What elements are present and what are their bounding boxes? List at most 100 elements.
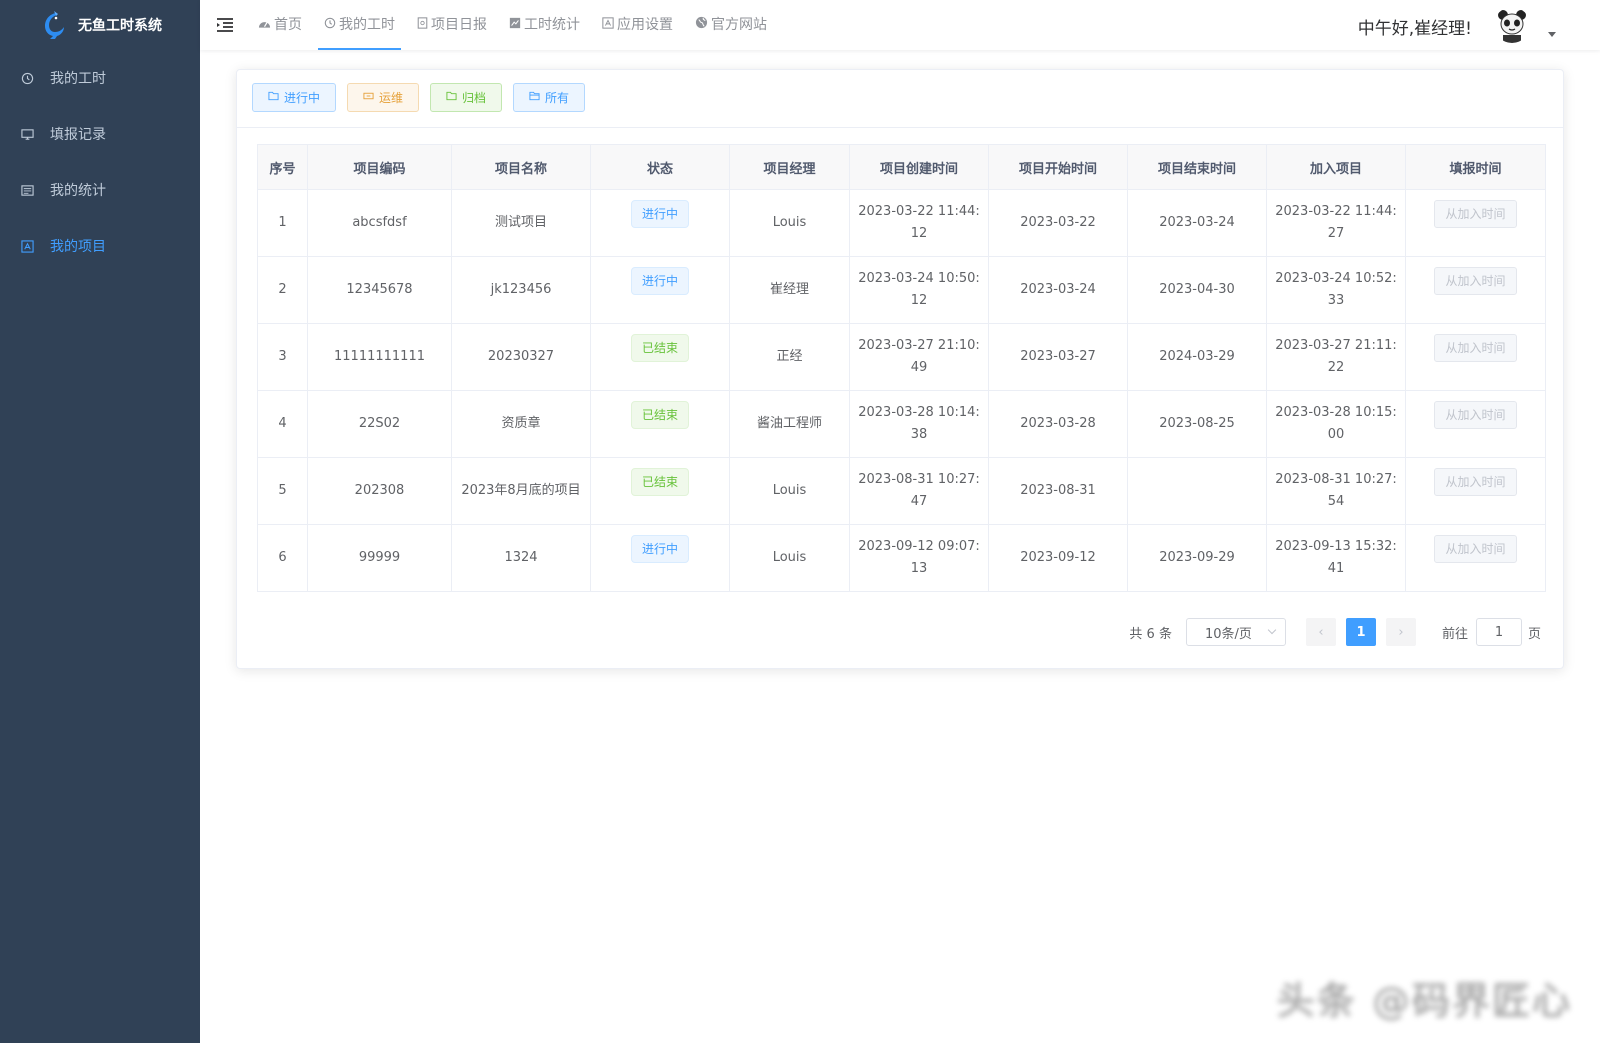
cell-manager: Louis xyxy=(729,524,850,592)
clock-icon xyxy=(20,71,34,85)
sidebar-item-records[interactable]: 填报记录 xyxy=(0,106,200,162)
created-date: 2023-08-31 10:27: xyxy=(858,472,980,487)
sidebar-item-my-hours[interactable]: 我的工时 xyxy=(0,50,200,106)
tab-daily-report[interactable]: 项目日报 xyxy=(411,0,493,50)
goto-suffix: 页 xyxy=(1527,626,1541,642)
joined-date: 2023-03-24 10:52: xyxy=(1275,271,1397,286)
page-number-current[interactable]: 1 xyxy=(1345,618,1376,646)
column-header: 项目名称 xyxy=(451,144,591,190)
cell-code: 202308 xyxy=(307,457,452,525)
cell-joined: 2023-03-22 11:44: 27 xyxy=(1266,189,1406,257)
joined-seconds: 33 xyxy=(1327,293,1345,308)
tab-official-site[interactable]: 官方网站 xyxy=(689,0,773,50)
column-header: 加入项目 xyxy=(1266,144,1406,190)
cell-code: 22S02 xyxy=(307,390,452,458)
cell-code: 12345678 xyxy=(307,256,452,324)
from-join-time-button[interactable]: 从加入时间 xyxy=(1434,468,1517,496)
status-badge: 已结束 xyxy=(630,468,689,496)
table-row: 3 11111111111 20230327 已结束 正经 2023-03-27… xyxy=(257,323,1546,391)
page-size-select[interactable]: 10条/页 xyxy=(1185,618,1286,646)
cell-joined: 2023-03-28 10:15: 00 xyxy=(1266,390,1406,458)
joined-seconds: 27 xyxy=(1327,226,1345,241)
goto-page-input[interactable] xyxy=(1475,618,1522,646)
cell-start: 2023-03-24 xyxy=(988,256,1128,324)
filter-label: 运维 xyxy=(379,91,404,105)
total-count: 共 6 条 xyxy=(1129,626,1172,642)
table-row: 2 12345678 jk123456 进行中 崔经理 2023-03-24 1… xyxy=(257,256,1546,324)
sidebar-item-label: 填报记录 xyxy=(50,127,106,143)
cell-joined: 2023-08-31 10:27: 54 xyxy=(1266,457,1406,525)
globe-icon xyxy=(695,16,708,32)
cell-end xyxy=(1127,457,1267,525)
clock-icon xyxy=(324,17,336,32)
cell-status: 已结束 xyxy=(590,390,730,458)
cell-joined: 2023-03-24 10:52: 33 xyxy=(1266,256,1406,324)
top-header: 首页 我的工时 项目日报 工时统计 应用设置 官方网站 中午好,崔经理! xyxy=(200,0,1600,50)
cell-no: 1 xyxy=(257,189,308,257)
folder-icon xyxy=(446,91,457,104)
column-header: 序号 xyxy=(257,144,308,190)
filter-in-progress-button[interactable]: 进行中 xyxy=(252,83,337,112)
cell-end: 2024-03-29 xyxy=(1127,323,1267,391)
dropdown-caret-icon[interactable] xyxy=(1548,32,1556,37)
settings-icon xyxy=(602,16,614,32)
cell-manager: Louis xyxy=(729,457,850,525)
cell-created: 2023-03-22 11:44: 12 xyxy=(849,189,989,257)
cell-status: 进行中 xyxy=(590,524,730,592)
from-join-time-button[interactable]: 从加入时间 xyxy=(1434,267,1517,295)
filter-maintenance-button[interactable]: 运维 xyxy=(347,83,420,112)
cell-no: 2 xyxy=(257,256,308,324)
created-seconds: 12 xyxy=(910,293,928,308)
joined-seconds: 22 xyxy=(1327,360,1345,375)
cell-code: 99999 xyxy=(307,524,452,592)
cell-fill-time: 从加入时间 xyxy=(1405,457,1546,525)
column-header: 填报时间 xyxy=(1405,144,1546,190)
tab-app-settings[interactable]: 应用设置 xyxy=(596,0,679,50)
prev-page-button[interactable]: ‹ xyxy=(1305,618,1336,646)
cell-start: 2023-09-12 xyxy=(988,524,1128,592)
cell-name: 2023年8月底的项目 xyxy=(451,457,591,525)
joined-seconds: 41 xyxy=(1327,561,1345,576)
joined-date: 2023-08-31 10:27: xyxy=(1275,472,1397,487)
tab-my-hours[interactable]: 我的工时 xyxy=(318,0,401,50)
dashboard-icon xyxy=(258,17,271,32)
created-seconds: 47 xyxy=(910,494,928,509)
greeting-text: 中午好,崔经理! xyxy=(1357,19,1472,39)
from-join-time-button[interactable]: 从加入时间 xyxy=(1434,200,1517,228)
cell-status: 已结束 xyxy=(590,457,730,525)
tab-hour-stats[interactable]: 工时统计 xyxy=(503,0,586,50)
from-join-time-button[interactable]: 从加入时间 xyxy=(1434,535,1517,563)
filter-archived-button[interactable]: 归档 xyxy=(430,83,503,112)
joined-date: 2023-03-27 21:11: xyxy=(1275,338,1397,353)
cell-manager: Louis xyxy=(729,189,850,257)
cell-end: 2023-03-24 xyxy=(1127,189,1267,257)
from-join-time-button[interactable]: 从加入时间 xyxy=(1434,334,1517,362)
cell-fill-time: 从加入时间 xyxy=(1405,189,1546,257)
from-join-time-button[interactable]: 从加入时间 xyxy=(1434,401,1517,429)
cell-name: 测试项目 xyxy=(451,189,591,257)
sidebar-item-label: 我的统计 xyxy=(50,183,106,199)
pagination: 共 6 条 10条/页 ‹ 1 › 前往 页 xyxy=(1129,618,1541,646)
cell-name: 资质章 xyxy=(451,390,591,458)
cell-created: 2023-03-24 10:50: 12 xyxy=(849,256,989,324)
cell-start: 2023-03-28 xyxy=(988,390,1128,458)
created-seconds: 13 xyxy=(910,561,928,576)
projects-card: 进行中 运维 归档 所有 序号 项目编码 项目名称 状态 项目经理 项目创建时间… xyxy=(236,69,1564,669)
filter-label: 归档 xyxy=(462,91,487,105)
app-logo[interactable]: 无鱼工时系统 xyxy=(0,0,200,50)
user-avatar[interactable] xyxy=(1494,7,1530,43)
tab-label: 官方网站 xyxy=(711,17,767,33)
header-row: 序号 项目编码 项目名称 状态 项目经理 项目创建时间 项目开始时间 项目结束时… xyxy=(257,144,1546,190)
status-badge: 已结束 xyxy=(630,334,689,362)
cell-start: 2023-03-27 xyxy=(988,323,1128,391)
sidebar-item-my-projects[interactable]: 我的项目 xyxy=(0,218,200,274)
filter-all-button[interactable]: 所有 xyxy=(513,83,586,112)
joined-date: 2023-09-13 15:32: xyxy=(1275,539,1397,554)
next-page-button[interactable]: › xyxy=(1385,618,1416,646)
tab-home[interactable]: 首页 xyxy=(252,0,308,50)
watermark: 头条 @码界匠心 xyxy=(1276,979,1572,1023)
cell-end: 2023-09-29 xyxy=(1127,524,1267,592)
hamburger-icon[interactable] xyxy=(216,16,234,34)
sidebar-item-statistics[interactable]: 我的统计 xyxy=(0,162,200,218)
fish-logo-icon xyxy=(45,11,64,39)
